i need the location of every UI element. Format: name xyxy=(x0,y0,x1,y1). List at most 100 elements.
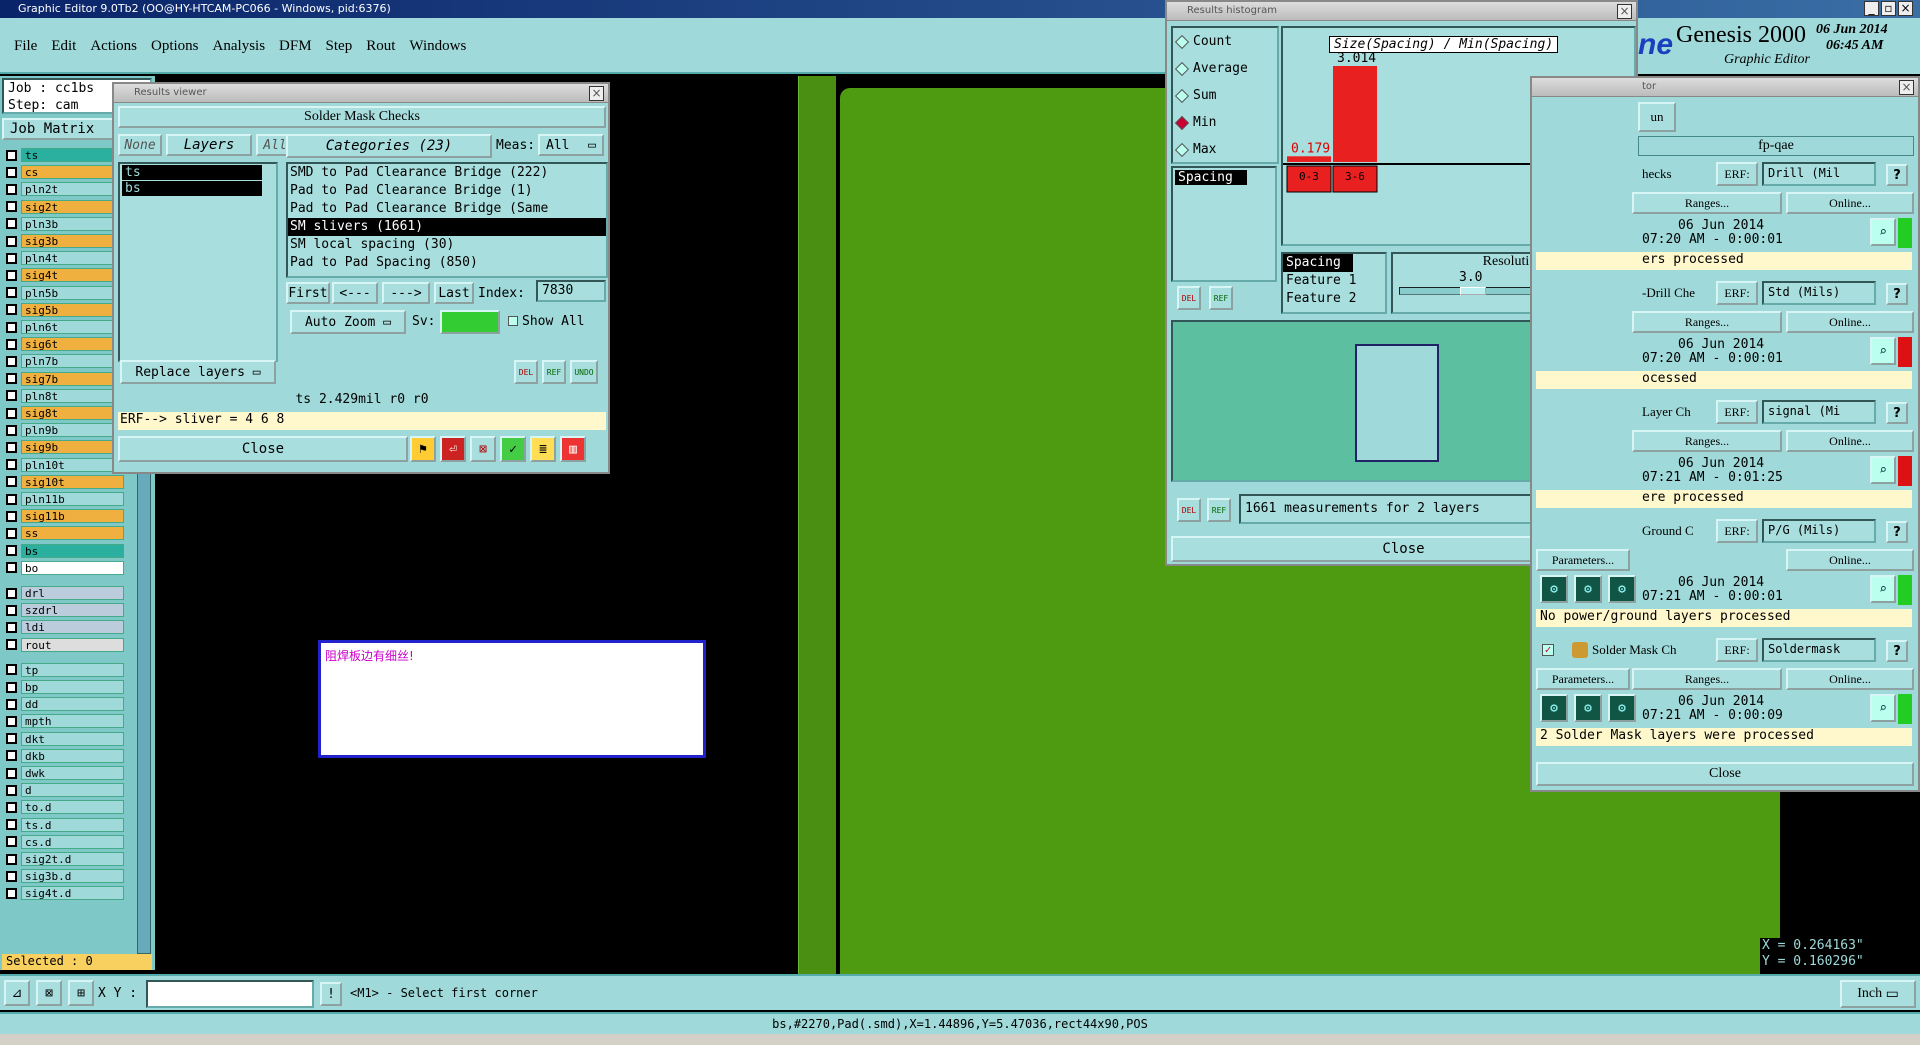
rv-sv-color-select[interactable] xyxy=(440,310,500,334)
layer-checkbox[interactable] xyxy=(6,562,17,574)
layer-row[interactable]: to.d xyxy=(6,800,124,815)
layer-row[interactable]: sig3b.d xyxy=(6,869,124,884)
rv-category-item[interactable]: SMD to Pad Clearance Bridge (222) xyxy=(288,164,606,182)
people-icon[interactable]: ⚑ xyxy=(410,436,436,462)
exit-icon[interactable]: ⏎ xyxy=(440,436,466,462)
layer-checkbox[interactable] xyxy=(6,621,17,633)
rv-prev-button[interactable]: <--- xyxy=(332,282,378,304)
online-button[interactable]: Online... xyxy=(1786,430,1914,452)
rv-replace-layers-select[interactable]: Replace layers ▭ xyxy=(120,360,276,384)
layer-checkbox[interactable] xyxy=(6,639,17,651)
layer-checkbox[interactable] xyxy=(6,373,17,385)
xy-input[interactable] xyxy=(146,980,314,1008)
help-icon[interactable]: ? xyxy=(1886,402,1908,424)
help-icon[interactable]: ? xyxy=(1886,640,1908,662)
undo-icon[interactable]: UNDO xyxy=(570,360,598,384)
layer-checkbox[interactable] xyxy=(6,664,17,676)
zoom-icon[interactable]: ⌕ xyxy=(1870,218,1896,246)
layer-checkbox[interactable] xyxy=(6,166,17,178)
layer-row[interactable]: sig9b xyxy=(6,440,124,455)
layer-row[interactable]: pln9b xyxy=(6,423,124,438)
layer-checkbox[interactable] xyxy=(6,887,17,899)
layer-checkbox[interactable] xyxy=(6,218,17,230)
menu-edit[interactable]: Edit xyxy=(51,38,76,55)
layer-checkbox[interactable] xyxy=(6,304,17,316)
hist-del2-icon[interactable]: DEL xyxy=(1177,498,1201,522)
rv-close-icon[interactable]: × xyxy=(589,86,604,101)
zoom-icon[interactable]: ⌕ xyxy=(1870,456,1896,484)
layer-checkbox[interactable] xyxy=(6,476,17,488)
measure-tool-icon[interactable]: ⊠ xyxy=(36,980,62,1006)
layer-row[interactable]: pln4t xyxy=(6,251,124,266)
menu-dfm[interactable]: DFM xyxy=(279,38,312,55)
ranges-button[interactable]: Ranges... xyxy=(1632,430,1782,452)
online-button[interactable]: Online... xyxy=(1786,668,1914,690)
hist-del-icon[interactable]: DEL xyxy=(1177,286,1201,310)
layer-row[interactable]: pln7b xyxy=(6,354,124,369)
erf-select[interactable]: P/G (Mils) xyxy=(1762,519,1876,543)
hist-option-min[interactable]: Min xyxy=(1173,109,1277,136)
layer-checkbox[interactable] xyxy=(6,767,17,779)
help-icon[interactable]: ? xyxy=(1886,283,1908,305)
online-button[interactable]: Online... xyxy=(1786,311,1914,333)
menu-step[interactable]: Step xyxy=(326,38,353,55)
rv-category-item[interactable]: SM slivers (1661) xyxy=(288,218,606,236)
menu-windows[interactable]: Windows xyxy=(409,38,466,55)
layer-row[interactable]: dkt xyxy=(6,731,124,746)
help-icon[interactable]: ? xyxy=(1886,521,1908,543)
layer-checkbox[interactable] xyxy=(6,183,17,195)
layer-row[interactable]: bp xyxy=(6,680,124,694)
layer-checkbox[interactable] xyxy=(6,338,17,350)
layer-row[interactable]: sig8t xyxy=(6,406,124,420)
zoom-icon[interactable]: ⌕ xyxy=(1870,337,1896,365)
layer-checkbox[interactable] xyxy=(6,287,17,299)
ranges-button[interactable]: Ranges... xyxy=(1632,668,1782,690)
units-select[interactable]: Inch ▭ xyxy=(1840,980,1916,1008)
layer-row[interactable]: ts xyxy=(6,148,124,162)
menu-actions[interactable]: Actions xyxy=(90,38,137,55)
layer-checkbox[interactable] xyxy=(6,390,17,402)
run-icon[interactable]: ⚙ xyxy=(1574,694,1602,722)
layer-row[interactable]: szdrl xyxy=(6,603,124,618)
layer-row[interactable]: ts.d xyxy=(6,817,124,832)
hist-ref2-icon[interactable]: REF xyxy=(1207,498,1231,522)
layer-checkbox[interactable] xyxy=(6,510,17,522)
layer-row[interactable]: pln2t xyxy=(6,182,124,197)
layer-row[interactable]: sig7b xyxy=(6,371,124,386)
layer-checkbox[interactable] xyxy=(6,527,17,539)
hist-sub-item[interactable]: Feature 1 xyxy=(1283,272,1385,290)
check-name[interactable]: -Drill Che xyxy=(1642,285,1695,301)
report-icon[interactable]: ≣ xyxy=(530,436,556,462)
rv-layer-item[interactable]: bs xyxy=(122,181,262,196)
layer-checkbox[interactable] xyxy=(6,604,17,616)
rv-category-item[interactable]: Pad to Pad Spacing (850) xyxy=(288,254,606,272)
hist-bar[interactable] xyxy=(1333,66,1377,162)
layer-row[interactable]: rout xyxy=(6,637,124,652)
layer-row[interactable]: pln3b xyxy=(6,216,124,231)
ref-icon[interactable]: REF xyxy=(542,360,566,384)
rv-next-button[interactable]: ---> xyxy=(382,282,430,304)
layer-checkbox[interactable] xyxy=(6,493,17,505)
layer-checkbox[interactable] xyxy=(6,201,17,213)
window-controls[interactable]: _ ▫ × xyxy=(1864,1,1918,16)
rv-close-button[interactable]: Close xyxy=(118,436,408,462)
layer-row[interactable]: cs xyxy=(6,165,124,180)
grid-x-icon[interactable]: ⊠ xyxy=(470,436,496,462)
layer-row[interactable]: mpth xyxy=(6,714,124,729)
hist-ref-icon[interactable]: REF xyxy=(1209,286,1233,310)
rv-category-list[interactable]: SMD to Pad Clearance Bridge (222) Pad to … xyxy=(286,162,608,278)
erf-select[interactable]: Std (Mils) xyxy=(1762,281,1876,305)
run-icon[interactable]: ⚙ xyxy=(1574,575,1602,603)
rv-auto-zoom-select[interactable]: Auto Zoom ▭ xyxy=(290,310,406,334)
rv-category-item[interactable]: Pad to Pad Clearance Bridge (Same xyxy=(288,200,606,218)
hist-bar[interactable] xyxy=(1287,156,1331,162)
check-name[interactable]: hecks xyxy=(1642,166,1672,182)
parameters-button[interactable]: Parameters... xyxy=(1536,668,1630,690)
rv-category-item[interactable]: SM local spacing (30) xyxy=(288,236,606,254)
layer-row[interactable]: pln6t xyxy=(6,320,124,334)
layer-row[interactable]: dkb xyxy=(6,748,124,763)
chart-icon[interactable]: ▥ xyxy=(560,436,586,462)
layer-row[interactable]: sig2t.d xyxy=(6,852,124,866)
layer-row[interactable]: ss xyxy=(6,526,124,541)
erf-select[interactable]: Drill (Mil xyxy=(1762,162,1876,186)
